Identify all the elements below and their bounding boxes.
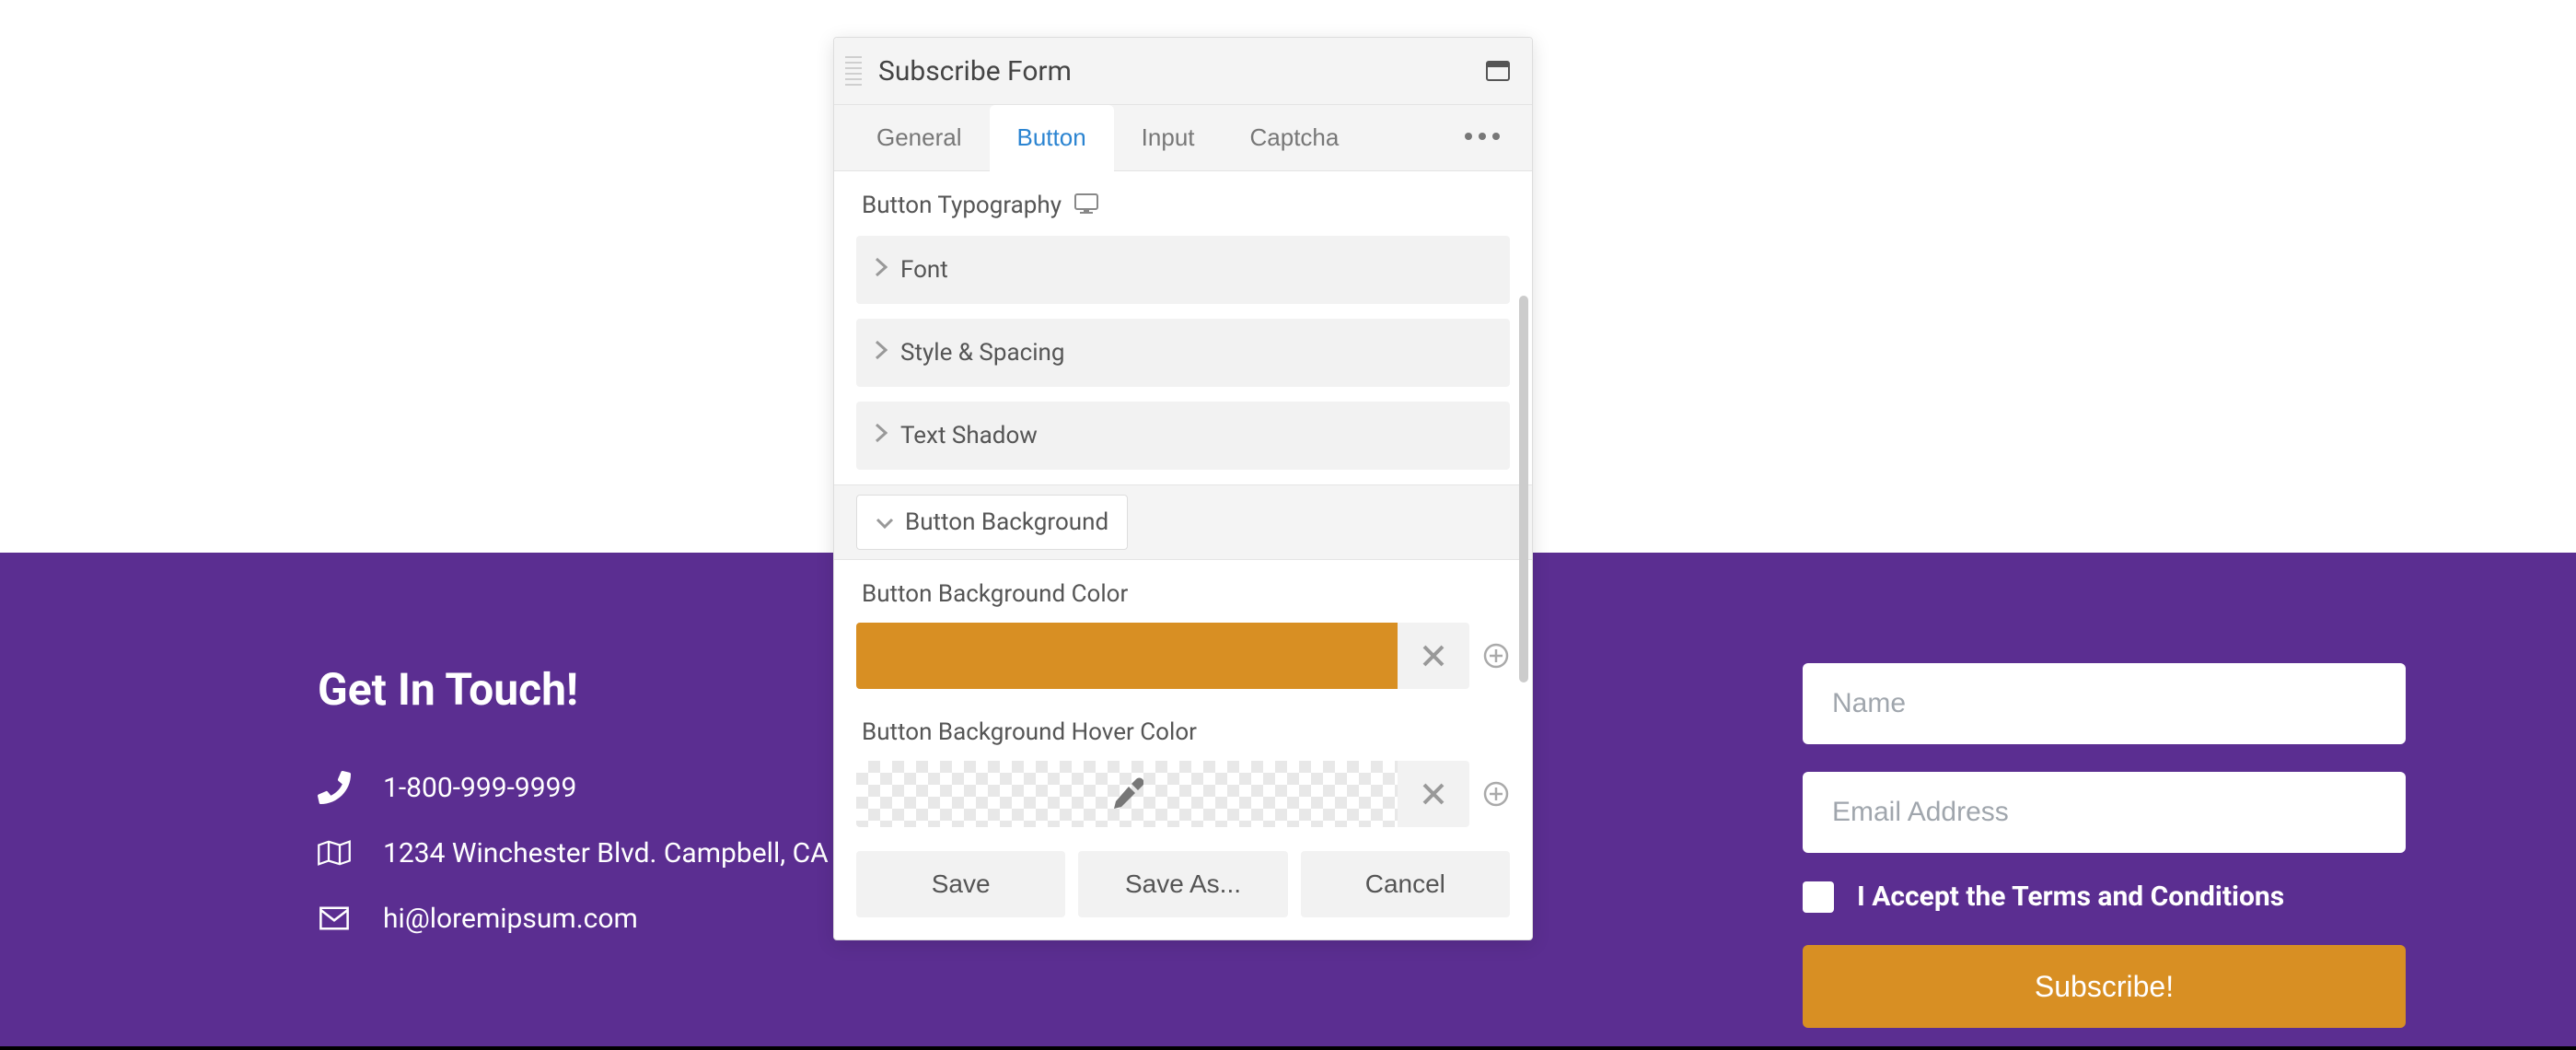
- chevron-right-icon: [875, 422, 888, 449]
- settings-panel: Subscribe Form General Button Input Capt…: [833, 37, 1533, 940]
- tab-button[interactable]: Button: [990, 105, 1114, 171]
- button-background-group-label: Button Background: [905, 508, 1108, 536]
- panel-title: Subscribe Form: [878, 55, 1486, 88]
- tabs-row: General Button Input Captcha: [834, 105, 1532, 171]
- hover-color-add-button[interactable]: [1482, 780, 1510, 808]
- tab-general[interactable]: General: [849, 105, 990, 170]
- window-icon[interactable]: [1486, 61, 1510, 81]
- bg-color-swatch[interactable]: [856, 623, 1398, 689]
- scrollbar[interactable]: [1519, 222, 1528, 842]
- panel-header: Subscribe Form: [834, 38, 1532, 105]
- chevron-right-icon: [875, 339, 888, 367]
- bg-color-clear-button[interactable]: [1398, 623, 1469, 689]
- chevron-right-icon: [875, 256, 888, 284]
- terms-checkbox[interactable]: [1803, 881, 1834, 913]
- save-button[interactable]: Save: [856, 851, 1065, 917]
- tab-input[interactable]: Input: [1114, 105, 1223, 170]
- envelope-icon: [318, 902, 351, 935]
- button-background-group[interactable]: Button Background: [856, 495, 1128, 550]
- contact-phone-text: 1-800-999-9999: [383, 772, 576, 804]
- name-input[interactable]: [1803, 663, 2406, 744]
- hover-color-swatch[interactable]: [856, 761, 1398, 827]
- save-as-button[interactable]: Save As...: [1078, 851, 1287, 917]
- desktop-icon[interactable]: [1074, 193, 1098, 217]
- eyedropper-icon: [1110, 776, 1143, 812]
- hover-color-clear-button[interactable]: [1398, 761, 1469, 827]
- bg-color-label: Button Background Color: [856, 580, 1510, 608]
- subscribe-button[interactable]: Subscribe!: [1803, 945, 2406, 1028]
- accordion-text-shadow-label: Text Shadow: [900, 422, 1038, 449]
- cancel-button[interactable]: Cancel: [1301, 851, 1510, 917]
- accordion-font[interactable]: Font: [856, 236, 1510, 304]
- contact-phone-row: 1-800-999-9999: [318, 771, 829, 804]
- accordion-style-spacing[interactable]: Style & Spacing: [856, 319, 1510, 387]
- panel-body: Button Typography Font Style & Spacing T…: [834, 171, 1532, 836]
- accordion-font-label: Font: [900, 256, 948, 284]
- contact-email-text: hi@loremipsum.com: [383, 903, 638, 935]
- email-input[interactable]: [1803, 772, 2406, 853]
- typography-section-label: Button Typography: [862, 192, 1062, 219]
- hover-color-label: Button Background Hover Color: [856, 718, 1510, 746]
- phone-icon: [318, 771, 351, 804]
- tab-captcha[interactable]: Captcha: [1223, 105, 1367, 170]
- footer-heading: Get In Touch!: [318, 663, 829, 716]
- drag-handle-icon[interactable]: [845, 54, 862, 88]
- contact-address-row: 1234 Winchester Blvd. Campbell, CA: [318, 836, 829, 869]
- contact-email-row: hi@loremipsum.com: [318, 902, 829, 935]
- contact-address-text: 1234 Winchester Blvd. Campbell, CA: [383, 837, 829, 869]
- terms-label: I Accept the Terms and Conditions: [1857, 881, 2284, 913]
- accordion-style-spacing-label: Style & Spacing: [900, 339, 1065, 367]
- bg-color-add-button[interactable]: [1482, 642, 1510, 670]
- more-tabs-icon[interactable]: [1447, 114, 1517, 161]
- map-icon: [318, 836, 351, 869]
- accordion-text-shadow[interactable]: Text Shadow: [856, 402, 1510, 470]
- chevron-down-icon: [876, 508, 894, 536]
